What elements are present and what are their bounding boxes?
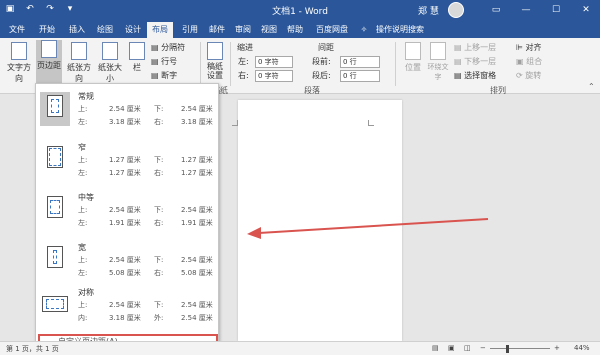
zoom-slider-thumb[interactable] (506, 345, 509, 353)
position-icon (405, 42, 421, 60)
tab-design[interactable]: 设计 (120, 22, 146, 38)
collapse-ribbon-icon[interactable]: ⌃ (588, 82, 595, 91)
selection-pane-button[interactable]: ▤ 选择窗格 (454, 70, 496, 81)
tab-home[interactable]: 开始 (34, 22, 60, 38)
margin-preview-icon (40, 92, 70, 126)
tab-draw[interactable]: 绘图 (92, 22, 118, 38)
user-name[interactable]: 郑 慧 (418, 4, 439, 17)
tab-layout[interactable]: 布局 (147, 22, 173, 38)
space-after-label: 段后: (312, 71, 331, 80)
breaks-button[interactable]: ▤ 分隔符 (151, 42, 185, 53)
margin-preview-icon (40, 288, 70, 322)
wrap-text-button[interactable]: 环绕文字 (426, 42, 450, 81)
minimize-icon[interactable]: — (512, 0, 540, 20)
manuscript-icon (207, 42, 223, 60)
line-numbers-button[interactable]: ▤ 行号 (151, 56, 177, 67)
indent-left-input[interactable]: 0 字符 (255, 56, 293, 68)
window-title: 文档1 - Word (272, 7, 328, 17)
margin-option-moderate[interactable]: 中等 上: 2.54 厘米 下: 2.54 厘米 左: 1.91 厘米 右: 1… (36, 187, 220, 237)
paper-size-icon (102, 42, 118, 60)
manuscript-settings-button[interactable]: 稿纸 设置 (204, 42, 226, 84)
columns-button[interactable]: 栏 (127, 42, 147, 80)
lightbulb-icon: ✧ (360, 25, 368, 34)
zoom-slider[interactable] (490, 348, 550, 349)
close-icon[interactable]: ✕ (572, 0, 600, 20)
annotation-arrow-icon (247, 218, 489, 239)
wrap-text-icon (430, 42, 446, 60)
indent-right-label: 右: (238, 71, 249, 80)
status-bar: 第 1 页，共 1 页 ▤ ▣ ◫ − + 44% (0, 341, 600, 355)
align-button[interactable]: ⊫ 对齐 (516, 42, 542, 53)
margin-option-wide[interactable]: 宽 上: 2.54 厘米 下: 2.54 厘米 左: 5.08 厘米 右: 5.… (36, 237, 220, 287)
tab-references[interactable]: 引用 (178, 22, 202, 38)
margin-option-narrow[interactable]: 窄 上: 1.27 厘米 下: 1.27 厘米 左: 1.27 厘米 右: 1.… (36, 137, 220, 187)
tab-view[interactable]: 视图 (257, 22, 281, 38)
avatar[interactable] (448, 2, 464, 18)
margins-button[interactable]: 页边距 (36, 40, 62, 84)
space-before-input[interactable]: 0 行 (340, 56, 380, 68)
margin-option-normal[interactable]: 常规 上: 2.54 厘米 下: 2.54 厘米 左: 3.18 厘米 右: 3… (36, 86, 220, 136)
print-layout-icon[interactable]: ▣ (448, 344, 455, 352)
send-backward-button[interactable]: ▤ 下移一层 (454, 56, 496, 67)
group-separator (395, 42, 396, 86)
ribbon-display-icon[interactable]: ▭ (482, 0, 510, 20)
margin-preview-icon (40, 143, 70, 177)
hyphenation-button[interactable]: ▤ 断字 (151, 70, 177, 81)
zoom-in-icon[interactable]: + (554, 344, 560, 352)
web-layout-icon[interactable]: ◫ (464, 344, 471, 352)
margin-preview-icon (40, 193, 70, 227)
position-button[interactable]: 位置 (402, 42, 424, 80)
zoom-level[interactable]: 44% (574, 344, 590, 352)
indent-right-input[interactable]: 0 字符 (255, 70, 293, 82)
indent-label: 缩进 (237, 43, 253, 52)
text-direction-button[interactable]: 文字方向 (4, 42, 34, 83)
zoom-out-icon[interactable]: − (480, 344, 486, 352)
group-separator (200, 42, 201, 86)
corner-mark-icon (232, 120, 238, 126)
spacing-label: 间距 (318, 43, 334, 52)
orientation-icon (71, 42, 87, 60)
bring-forward-button[interactable]: ▤ 上移一层 (454, 42, 496, 53)
space-before-label: 段前: (312, 57, 331, 66)
maximize-icon[interactable]: ☐ (542, 0, 570, 20)
text-direction-icon (11, 42, 27, 60)
page-count[interactable]: 第 1 页，共 1 页 (6, 344, 59, 354)
tab-mailings[interactable]: 邮件 (205, 22, 229, 38)
tab-insert[interactable]: 插入 (64, 22, 90, 38)
margins-dropdown: 常规 上: 2.54 厘米 下: 2.54 厘米 左: 3.18 厘米 右: 3… (35, 83, 219, 352)
space-after-input[interactable]: 0 行 (340, 70, 380, 82)
size-button[interactable]: 纸张大小 (95, 42, 125, 83)
group-separator (230, 42, 231, 86)
rotate-button[interactable]: ⟳ 旋转 (516, 70, 541, 81)
group-button[interactable]: ▣ 组合 (516, 56, 542, 67)
tell-me-search[interactable]: 操作说明搜索 (372, 22, 428, 38)
columns-icon (129, 42, 145, 60)
tab-review[interactable]: 审阅 (231, 22, 255, 38)
tab-help[interactable]: 帮助 (283, 22, 307, 38)
margins-icon (41, 40, 57, 58)
tab-baidu-netdisk[interactable]: 百度网盘 (312, 22, 352, 38)
orientation-button[interactable]: 纸张方向 (64, 42, 94, 83)
corner-mark-icon (368, 120, 374, 126)
title-bar: ▣ ↶ ↷ ▾ 文档1 - Word 郑 慧 ▭ — ☐ ✕ (0, 0, 600, 20)
ribbon-tabs: 文件 开始 插入 绘图 设计 布局 引用 邮件 审阅 视图 帮助 百度网盘 ✧ … (0, 20, 600, 38)
margin-option-mirrored[interactable]: 对称 上: 2.54 厘米 下: 2.54 厘米 内: 3.18 厘米 外: 2… (36, 282, 220, 332)
tab-file[interactable]: 文件 (4, 22, 30, 38)
indent-left-label: 左: (238, 57, 249, 66)
margin-preview-icon (40, 243, 70, 277)
read-mode-icon[interactable]: ▤ (432, 344, 439, 352)
